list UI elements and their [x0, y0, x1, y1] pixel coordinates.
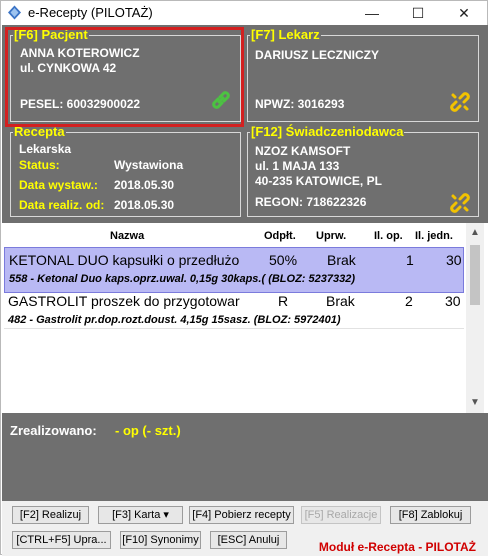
status-value: Wystawiona: [114, 158, 184, 172]
refund-level: 50%: [269, 252, 298, 268]
status-label: Status:: [19, 158, 60, 172]
column-header[interactable]: Il. jedn.: [415, 230, 453, 242]
minimize-button[interactable]: —: [349, 1, 395, 25]
unit-count: 30: [446, 252, 462, 268]
minimize-icon: —: [365, 5, 379, 21]
realizacje-button[interactable]: [F5] Realizacje: [301, 506, 381, 524]
patient-address: ul. CYNKOWA 42: [20, 61, 117, 75]
link-icon[interactable]: [209, 88, 233, 112]
entitlement: Brak: [327, 252, 356, 268]
maximize-icon: ☐: [411, 5, 425, 21]
broken-link-icon[interactable]: [448, 191, 472, 215]
uprawnienia-button[interactable]: [CTRL+F5] Upra...: [12, 531, 111, 549]
module-label: Moduł e-Recepta - PILOTAŻ: [318, 540, 476, 554]
unit-count: 30: [445, 293, 461, 309]
provider-regon: REGON: 718622326: [255, 195, 367, 209]
broken-link-icon[interactable]: [448, 90, 472, 114]
package-count: 1: [406, 252, 414, 268]
header-info-area: [F6] Pacjent ANNA KOTEROWICZ ul. CYNKOWA…: [2, 25, 488, 223]
button-bar: [F2] Realizuj [F3] Karta ▾ [F4] Pobierz …: [2, 501, 488, 556]
scroll-up-icon[interactable]: ▲: [466, 225, 484, 241]
scroll-thumb[interactable]: [470, 245, 480, 305]
provider-legend: [F12] Świadczeniodawca: [251, 124, 404, 139]
vertical-scrollbar[interactable]: ▲ ▼: [466, 223, 484, 413]
patient-highlight-box: [5, 27, 244, 127]
medication-detail: 482 - Gastrolit pr.dop.rozt.doust. 4,15g…: [8, 314, 341, 326]
issue-date-label: Data wystaw.:: [19, 178, 98, 192]
issue-date-value: 2018.05.30: [114, 178, 175, 192]
prescription-legend: Recepta: [14, 124, 65, 139]
doctor-legend: [F7] Lekarz: [251, 27, 320, 42]
realization-date-label: Data realiz. od:: [19, 198, 105, 212]
column-header[interactable]: Il. op.: [374, 230, 403, 242]
close-button[interactable]: ✕: [441, 1, 487, 25]
table-row[interactable]: KETONAL DUO kapsułki o przedłużo 50% Bra…: [4, 247, 464, 293]
medication-name: KETONAL DUO kapsułki o przedłużo: [9, 252, 240, 268]
column-header[interactable]: Nazwa: [110, 230, 144, 242]
summary-area: Zrealizowano: - op (- szt.): [2, 413, 488, 501]
patient-pesel: PESEL: 60032900022: [20, 97, 141, 111]
medication-table: Nazwa Odpłt. Uprw. Il. op. Il. jedn. KET…: [2, 223, 488, 413]
realized-label: Zrealizowano:: [10, 423, 97, 438]
realization-date-value: 2018.05.30: [114, 198, 175, 212]
title-bar: e-Recepty (PILOTAŻ) — ☐ ✕: [1, 1, 487, 25]
synonimy-button[interactable]: [F10] Synonimy: [120, 531, 201, 549]
doctor-name: DARIUSZ LECZNICZY: [255, 48, 379, 62]
provider-name: NZOZ KAMSOFT: [255, 144, 351, 158]
app-icon: [8, 5, 21, 20]
patient-name: ANNA KOTEROWICZ: [20, 46, 140, 60]
entitlement: Brak: [326, 293, 355, 309]
provider-city: 40-235 KATOWICE, PL: [255, 174, 382, 188]
realized-value: - op (- szt.): [115, 423, 181, 438]
app-window: e-Recepty (PILOTAŻ) — ☐ ✕ [F6] Pacjent A…: [0, 0, 488, 556]
doctor-npwz: NPWZ: 3016293: [255, 97, 345, 111]
scroll-down-icon[interactable]: ▼: [466, 395, 484, 411]
provider-street: ul. 1 MAJA 133: [255, 159, 340, 173]
table-header: Nazwa Odpłt. Uprw. Il. op. Il. jedn.: [2, 228, 464, 244]
medication-detail: 558 - Ketonal Duo kaps.oprz.uwal. 0,15g …: [9, 273, 356, 285]
prescription-type: Lekarska: [19, 142, 72, 156]
column-header[interactable]: Uprw.: [316, 230, 346, 242]
zablokuj-button[interactable]: [F8] Zablokuj: [390, 506, 471, 524]
anuluj-button[interactable]: [ESC] Anuluj: [210, 531, 287, 549]
maximize-button[interactable]: ☐: [395, 1, 441, 25]
pobierz-recepty-button[interactable]: [F4] Pobierz recepty: [189, 506, 294, 524]
karta-button[interactable]: [F3] Karta ▾: [98, 506, 183, 524]
package-count: 2: [405, 293, 413, 309]
column-header[interactable]: Odpłt.: [264, 230, 296, 242]
medication-name: GASTROLIT proszek do przygotowar: [8, 293, 240, 309]
window-title: e-Recepty (PILOTAŻ): [28, 5, 153, 20]
row-divider: [4, 328, 464, 329]
realizuj-button[interactable]: [F2] Realizuj: [12, 506, 89, 524]
refund-level: R: [278, 293, 289, 309]
close-icon: ✕: [458, 5, 470, 21]
